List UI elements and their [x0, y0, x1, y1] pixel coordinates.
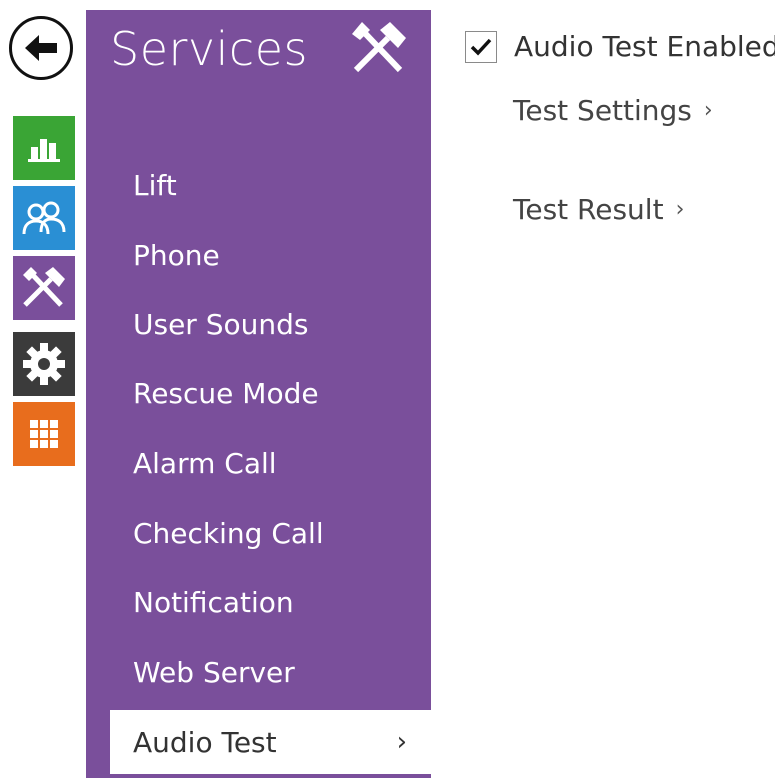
rail-hardware[interactable]	[13, 332, 75, 396]
test-settings-link[interactable]: Test Settings ›	[513, 94, 713, 127]
test-settings-label: Test Settings	[513, 94, 692, 127]
users-icon	[22, 201, 66, 235]
menu-item-label: Phone	[133, 238, 220, 272]
rail-directory[interactable]	[13, 186, 75, 250]
services-panel: Services Lift Phone User Sounds Rescue M…	[86, 10, 431, 778]
rail-services[interactable]	[13, 256, 75, 320]
back-button[interactable]	[9, 16, 73, 80]
menu-item-label: Web Server	[133, 655, 295, 689]
rail-system[interactable]	[13, 402, 75, 466]
tools-icon	[352, 22, 406, 73]
rail-status[interactable]	[13, 116, 75, 180]
menu-item-checking-call[interactable]: Checking Call	[86, 501, 431, 565]
menu-item-alarm-call[interactable]: Alarm Call	[86, 431, 431, 495]
audio-test-enabled-row: Audio Test Enabled	[465, 30, 775, 63]
audio-test-enabled-label: Audio Test Enabled	[514, 30, 775, 63]
menu-item-label: Lift	[133, 168, 177, 202]
menu-item-label: Notification	[133, 585, 294, 619]
bar-chart-icon	[28, 139, 60, 162]
menu-item-web-server[interactable]: Web Server	[86, 640, 431, 704]
menu-item-label: Audio Test	[133, 725, 277, 759]
menu-item-label: Checking Call	[133, 516, 324, 550]
arrow-left-icon	[25, 35, 57, 61]
menu-item-label: Rescue Mode	[133, 376, 319, 410]
menu-item-label: Alarm Call	[133, 446, 277, 480]
chevron-right-icon: ›	[675, 197, 685, 222]
test-result-label: Test Result	[513, 193, 664, 226]
tools-icon	[23, 267, 65, 307]
menu-item-notification[interactable]: Notification	[86, 570, 431, 634]
page-title: Services	[110, 22, 308, 76]
menu-item-audio-test[interactable]: Audio Test ›	[110, 710, 431, 774]
audio-test-enabled-checkbox[interactable]	[465, 30, 497, 63]
checkmark-icon	[470, 38, 492, 56]
menu-item-label: User Sounds	[133, 307, 309, 341]
menu-item-user-sounds[interactable]: User Sounds	[86, 292, 431, 356]
menu-item-phone[interactable]: Phone	[86, 223, 431, 287]
grid-icon	[30, 420, 58, 448]
test-result-link[interactable]: Test Result ›	[513, 193, 684, 226]
chevron-right-icon: ›	[703, 98, 713, 123]
chevron-right-icon: ›	[396, 727, 407, 757]
menu-item-rescue-mode[interactable]: Rescue Mode	[86, 361, 431, 425]
menu-item-lift[interactable]: Lift	[86, 153, 431, 217]
gear-icon	[23, 343, 65, 385]
